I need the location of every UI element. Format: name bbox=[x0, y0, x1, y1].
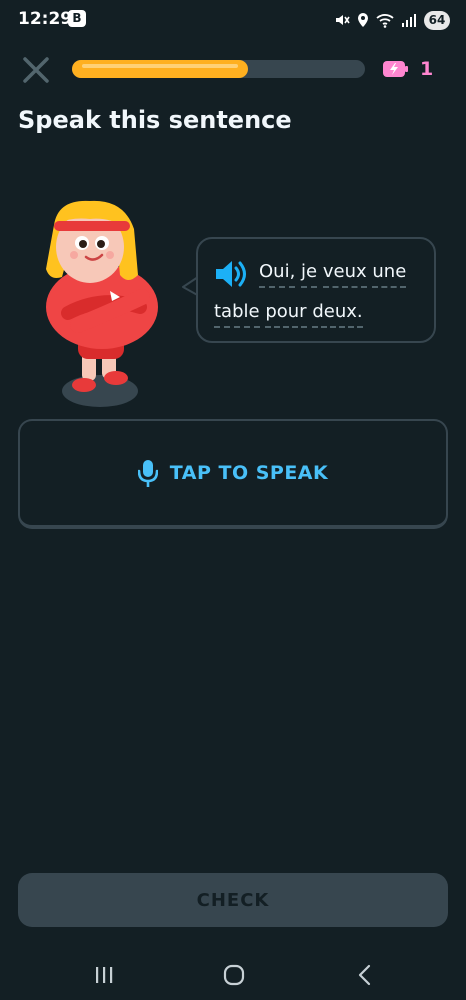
word-token[interactable]: une bbox=[372, 261, 407, 288]
word-token[interactable]: deux. bbox=[312, 301, 363, 328]
energy-count: 1 bbox=[420, 58, 434, 80]
sentence-line-1: Oui, je veux une bbox=[259, 261, 407, 288]
word-token[interactable]: je bbox=[301, 261, 318, 288]
energy-counter[interactable]: 1 bbox=[382, 58, 433, 80]
character-illustration bbox=[46, 200, 158, 407]
close-button[interactable] bbox=[21, 55, 51, 85]
word-token[interactable]: veux bbox=[322, 261, 367, 288]
sentence-line-2: table pour deux. bbox=[214, 301, 363, 328]
status-bar: 12:29 B 64 bbox=[0, 0, 466, 40]
wifi-icon bbox=[376, 13, 394, 28]
tap-to-speak-label: TAP TO SPEAK bbox=[169, 462, 329, 484]
battery-indicator: 64 bbox=[424, 10, 450, 30]
mute-icon bbox=[336, 15, 350, 25]
system-navigation-bar bbox=[0, 950, 466, 1000]
lesson-progress-fill bbox=[72, 60, 248, 78]
lesson-progress-bar bbox=[72, 60, 365, 78]
progress-highlight bbox=[82, 64, 238, 68]
close-icon bbox=[23, 57, 49, 83]
status-icons: 64 bbox=[334, 9, 450, 31]
app-notification-badge: B bbox=[68, 10, 86, 27]
word-token[interactable]: table bbox=[214, 301, 260, 328]
check-button-label: CHECK bbox=[196, 889, 270, 911]
word-token[interactable]: pour bbox=[265, 301, 307, 328]
home-icon bbox=[223, 964, 245, 986]
exercise-title: Speak this sentence bbox=[18, 106, 292, 134]
tap-to-speak-button[interactable]: TAP TO SPEAK bbox=[18, 419, 448, 529]
back-icon bbox=[358, 964, 371, 986]
recent-apps-button[interactable] bbox=[91, 962, 117, 988]
back-button[interactable] bbox=[352, 962, 378, 988]
check-button[interactable]: CHECK bbox=[18, 873, 448, 927]
signal-icon bbox=[402, 14, 416, 27]
recent-apps-icon bbox=[96, 967, 113, 983]
location-icon bbox=[358, 13, 368, 27]
microphone-icon bbox=[137, 460, 158, 487]
speaker-icon bbox=[216, 261, 246, 287]
play-audio-button[interactable] bbox=[214, 259, 250, 289]
word-token[interactable]: Oui, bbox=[259, 261, 296, 288]
status-time: 12:29 bbox=[18, 9, 73, 29]
energy-battery-icon bbox=[383, 61, 408, 77]
speech-bubble: Oui, je veux une table pour deux. bbox=[196, 237, 436, 343]
home-button[interactable] bbox=[221, 962, 247, 988]
